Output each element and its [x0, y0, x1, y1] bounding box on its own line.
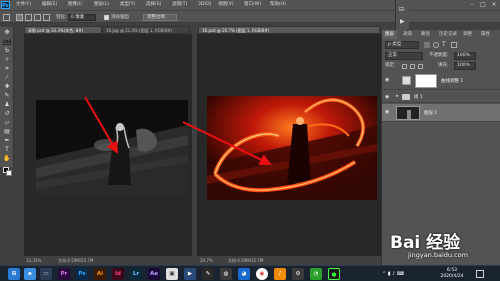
- fill-input[interactable]: 100%: [454, 62, 476, 70]
- lock-position-icon[interactable]: [410, 64, 415, 69]
- folder-icon: [402, 94, 410, 100]
- premiere-icon[interactable]: Pr: [58, 268, 70, 280]
- opacity-input[interactable]: 100%: [454, 52, 476, 60]
- indesign-icon[interactable]: Id: [112, 268, 124, 280]
- file-explorer-icon[interactable]: ▭: [40, 268, 52, 280]
- fill-label: 填充:: [438, 63, 449, 68]
- layer-name[interactable]: 组 1: [414, 94, 423, 100]
- layer-name[interactable]: 图层 1: [424, 110, 437, 116]
- system-tray-icons[interactable]: ⌃ ▮ ♪ ⌨: [382, 271, 404, 277]
- curves-adjustment-icon: [402, 76, 411, 85]
- illustrator-icon[interactable]: Ai: [94, 268, 106, 280]
- music-app-icon[interactable]: ♪: [274, 268, 286, 280]
- visibility-eye-icon[interactable]: ◉: [385, 94, 389, 100]
- after-effects-icon[interactable]: Ae: [148, 268, 160, 280]
- layer-mask-thumbnail: [415, 74, 437, 88]
- filter-type-icon[interactable]: T: [442, 41, 446, 48]
- camera-app-icon[interactable]: ◍: [220, 268, 232, 280]
- settings-icon[interactable]: ⚙: [292, 268, 304, 280]
- opacity-label: 不透明度:: [429, 53, 449, 58]
- filter-pixel-icon[interactable]: [424, 42, 430, 48]
- arrow-right: [182, 121, 272, 166]
- start-button-icon[interactable]: ⊞: [8, 268, 20, 280]
- tab-layers[interactable]: 图层: [382, 30, 397, 39]
- baidu-watermark-logo: Bai 经验: [390, 233, 461, 253]
- blend-mode-select[interactable]: 正常: [385, 52, 423, 60]
- lightroom-icon[interactable]: Lr: [130, 268, 142, 280]
- layer-filter-label: ρ 类型: [388, 42, 402, 47]
- filter-shape-icon[interactable]: [451, 42, 457, 48]
- taskbar: ⊞ e ▭ Pr Ps Ai Id Lr Ae ▣ ▶ ✎ ◍ ◕ ◉ ♪ ⚙ …: [0, 265, 500, 281]
- thumbnail-figure: [407, 110, 411, 119]
- filter-adjust-icon[interactable]: [433, 42, 439, 48]
- layer-row-group[interactable]: ◉ ▸ 组 1: [382, 91, 500, 103]
- baidu-watermark-url: jingyan.baidu.com: [408, 251, 468, 259]
- photos-app-icon[interactable]: ▣: [166, 268, 178, 280]
- notification-icon[interactable]: [476, 270, 484, 278]
- lock-all-icon[interactable]: [418, 64, 423, 69]
- chrome-icon[interactable]: ◉: [256, 268, 268, 280]
- tab-paths[interactable]: 路径: [418, 30, 433, 39]
- clock-date[interactable]: 2020/4/24: [440, 274, 464, 280]
- photoshop-window: Ps 文件(F) 编辑(E) 图像(I) 图层(L) 类型(Y) 选择(S) 滤…: [0, 0, 500, 281]
- history-panel-icon[interactable]: ⊟: [399, 6, 404, 13]
- tab-channels[interactable]: 通道: [400, 30, 415, 39]
- tab-history[interactable]: 历史记录: [436, 30, 460, 39]
- tab-adjustments[interactable]: 调整: [460, 30, 475, 39]
- tab-properties[interactable]: 属性: [478, 30, 493, 39]
- layer-row-curves[interactable]: ◉ 曲线调整 1: [382, 72, 500, 90]
- photoshop-icon[interactable]: Ps: [76, 268, 88, 280]
- arrow-left: [84, 96, 119, 154]
- wechat-icon[interactable]: ◔: [310, 268, 322, 280]
- expand-arrow-icon[interactable]: ▸: [396, 93, 399, 99]
- media-player-icon[interactable]: ▶: [184, 268, 196, 280]
- mini-panel: ⊟ ▶: [395, 0, 409, 30]
- layer-name[interactable]: 曲线调整 1: [441, 78, 463, 84]
- lock-pixels-icon[interactable]: [402, 64, 407, 69]
- opacity-value: 100%: [457, 53, 470, 58]
- blend-mode-value: 正常: [388, 53, 397, 58]
- lock-label: 锁定:: [385, 63, 396, 68]
- fill-value: 100%: [457, 63, 470, 68]
- recorder-app-icon[interactable]: ●: [328, 268, 340, 280]
- layer-thumbnail: [396, 106, 420, 120]
- layer-row-image[interactable]: ◉ 图层 1: [382, 104, 500, 122]
- layer-filter-select[interactable]: ρ 类型: [385, 41, 419, 49]
- play-actions-icon[interactable]: ▶: [400, 18, 405, 25]
- visibility-eye-icon[interactable]: ◉: [385, 109, 389, 115]
- notes-app-icon[interactable]: ✎: [202, 268, 214, 280]
- qq-icon[interactable]: ◕: [238, 268, 250, 280]
- visibility-eye-icon[interactable]: ◉: [385, 77, 389, 83]
- browser-icon[interactable]: e: [24, 268, 36, 280]
